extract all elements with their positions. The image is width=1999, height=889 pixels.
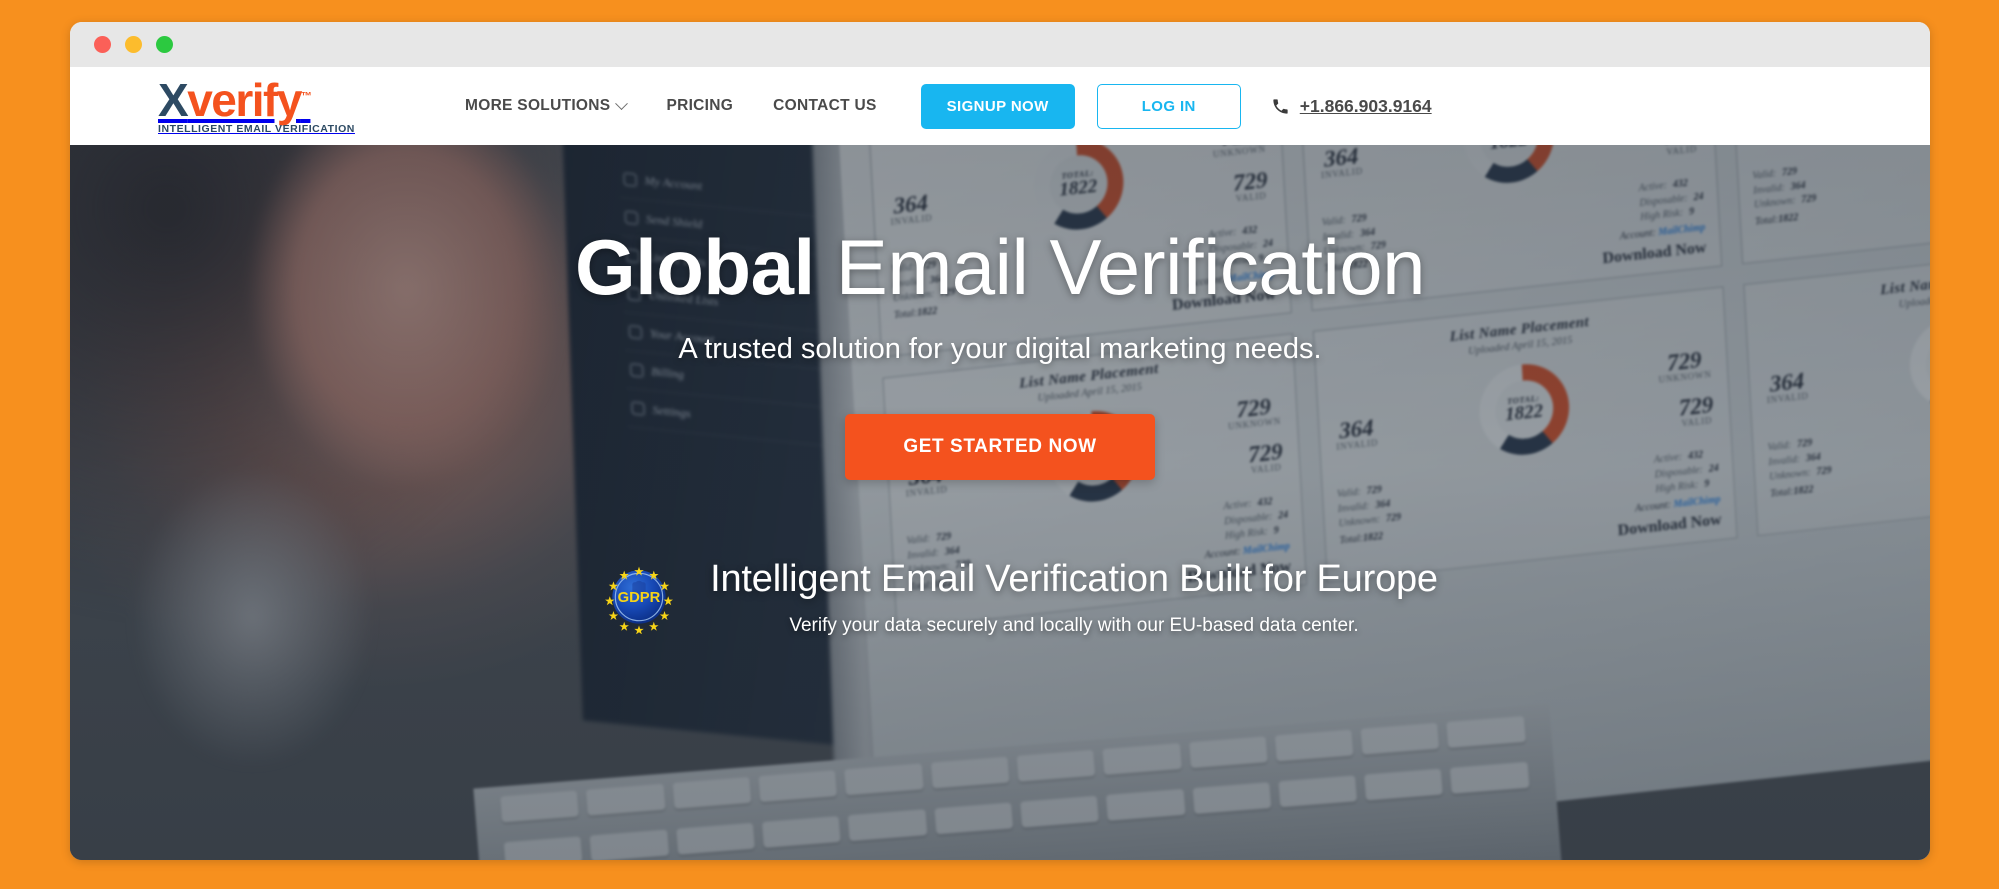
minimize-window-button[interactable] — [125, 36, 142, 53]
xverify-logo[interactable]: Xverify™ INTELLIGENT EMAIL VERIFICATION — [158, 77, 373, 135]
logo-wordmark: Xverify™ — [158, 77, 373, 123]
nav-item-pricing[interactable]: PRICING — [666, 97, 733, 115]
phone-number-link[interactable]: +1.866.903.9164 — [1271, 96, 1432, 117]
log-in-button[interactable]: LOG IN — [1096, 83, 1241, 129]
hero-content: Global Email Verification A trusted solu… — [70, 145, 1930, 637]
hero-title-bold: Global — [574, 223, 815, 311]
gdpr-badge: GDPR — [602, 560, 676, 635]
browser-window: Xverify™ INTELLIGENT EMAIL VERIFICATION … — [70, 22, 1930, 860]
gdpr-block: GDPR Intelligent Email Verification Buil… — [70, 558, 1930, 637]
header-actions: SIGNUP NOW LOG IN +1.866.903.9164 — [920, 83, 1432, 129]
gdpr-subtitle: Verify your data securely and locally wi… — [789, 614, 1359, 636]
phone-number-text: +1.866.903.9164 — [1299, 95, 1432, 116]
nav-item-contact-us[interactable]: CONTACT US — [773, 97, 876, 115]
nav-item-more-solutions[interactable]: MORE SOLUTIONS — [465, 96, 629, 115]
site-header: Xverify™ INTELLIGENT EMAIL VERIFICATION … — [70, 67, 1930, 145]
close-window-button[interactable] — [94, 36, 111, 53]
gdpr-lock-shield-icon: GDPR — [605, 567, 674, 635]
nav-label-more-solutions: MORE SOLUTIONS — [465, 97, 611, 114]
maximize-window-button[interactable] — [156, 36, 173, 53]
gdpr-badge-text: GDPR — [618, 591, 661, 607]
logo-letter-x: X — [158, 74, 189, 127]
hero-title-light: Email Verification — [814, 223, 1426, 311]
get-started-now-button[interactable]: GET STARTED NOW — [845, 413, 1155, 480]
chevron-down-icon — [615, 96, 629, 110]
logo-word-verify: verify — [187, 74, 302, 127]
phone-icon — [1273, 98, 1288, 114]
signup-now-button[interactable]: SIGNUP NOW — [920, 83, 1075, 129]
logo-tagline: INTELLIGENT EMAIL VERIFICATION — [158, 123, 355, 136]
main-navigation: MORE SOLUTIONS PRICING CONTACT US — [465, 96, 877, 115]
hero-subtitle: A trusted solution for your digital mark… — [678, 332, 1322, 365]
hero-section: My Account Send Shield Linked Lists Unli… — [70, 145, 1930, 860]
gdpr-title: Intelligent Email Verification Built for… — [710, 557, 1438, 600]
trademark-symbol: ™ — [300, 90, 312, 103]
nav-label-contact-us: CONTACT US — [773, 97, 877, 114]
hero-title: Global Email Verification — [70, 226, 1930, 309]
nav-label-pricing: PRICING — [666, 97, 734, 114]
gdpr-text-wrap: Intelligent Email Verification Built for… — [710, 558, 1438, 637]
browser-titlebar — [70, 22, 1930, 67]
